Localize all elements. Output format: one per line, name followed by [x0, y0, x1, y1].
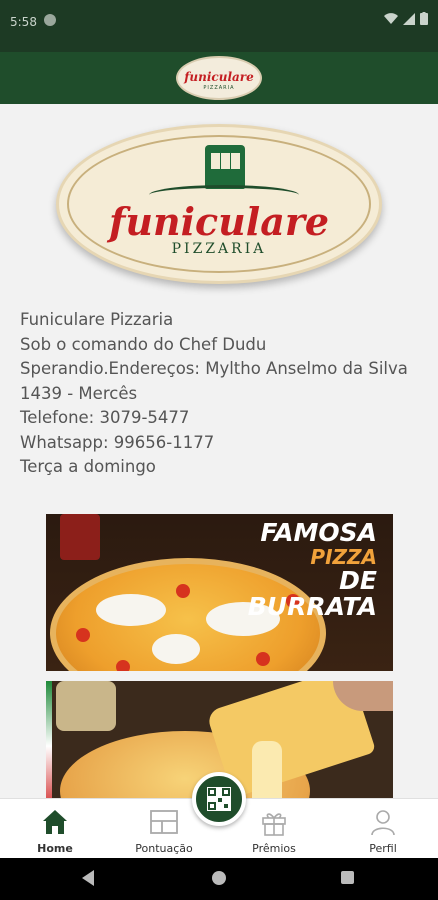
home-circle-icon[interactable] — [212, 871, 226, 885]
funicular-tram-icon — [205, 145, 245, 189]
notification-icon — [44, 14, 56, 26]
battery-icon — [420, 12, 428, 25]
app-logo-text: funiculare — [184, 70, 254, 84]
promo-banner-burrata[interactable]: FAMOSA PIZZA DE BURRATA — [46, 514, 393, 671]
back-icon[interactable] — [82, 870, 94, 886]
nav-item-perfil[interactable]: Perfil — [328, 799, 438, 859]
brand-name: funiculare — [108, 199, 330, 244]
recent-apps-icon[interactable] — [341, 871, 354, 884]
scoreboard-icon — [150, 810, 178, 834]
info-line: Sperandio.Endereços: Myltho Anselmo da S… — [20, 359, 408, 378]
status-icons — [384, 12, 428, 25]
wifi-icon — [384, 12, 398, 24]
qr-code-icon — [207, 787, 231, 811]
info-line-hours: Terça a domingo — [20, 457, 156, 476]
status-bar: 5:58 — [0, 0, 438, 52]
info-line: Funiculare Pizzaria — [20, 310, 174, 329]
gift-icon — [262, 813, 286, 836]
system-navigation-bar — [0, 858, 438, 900]
info-line-phone: Telefone: 3079-5477 — [20, 408, 190, 427]
person-icon — [371, 810, 395, 836]
brand-subtitle: PIZZARIA — [171, 241, 267, 257]
restaurant-info: Funiculare Pizzaria Sob o comando do Che… — [20, 308, 428, 480]
nav-label-home: Home — [37, 842, 73, 855]
brand-logo: funiculare PIZZARIA — [56, 124, 382, 284]
info-line: Sob o comando do Chef Dudu — [20, 334, 267, 354]
signal-icon — [403, 12, 415, 25]
nav-label-pontuacao: Pontuação — [135, 842, 193, 855]
italian-flag-stripe — [46, 681, 52, 798]
nav-label-perfil: Perfil — [369, 842, 397, 855]
info-line-whatsapp: Whatsapp: 99656-1177 — [20, 432, 215, 452]
home-icon — [43, 810, 67, 834]
promo-title: FAMOSA PIZZA DE BURRATA — [247, 518, 377, 621]
home-content[interactable]: funiculare PIZZARIA Funiculare Pizzaria … — [0, 104, 438, 798]
status-time: 5:58 — [10, 15, 37, 29]
nav-item-home[interactable]: Home — [0, 799, 110, 859]
nav-label-premios: Prêmios — [252, 842, 296, 855]
app-bar-logo: funiculare PIZZARIA — [176, 56, 262, 100]
app-logo-subtext: PIZZARIA — [203, 85, 235, 91]
qr-code-button[interactable] — [192, 772, 246, 826]
info-line: 1439 - Mercês — [20, 383, 138, 403]
